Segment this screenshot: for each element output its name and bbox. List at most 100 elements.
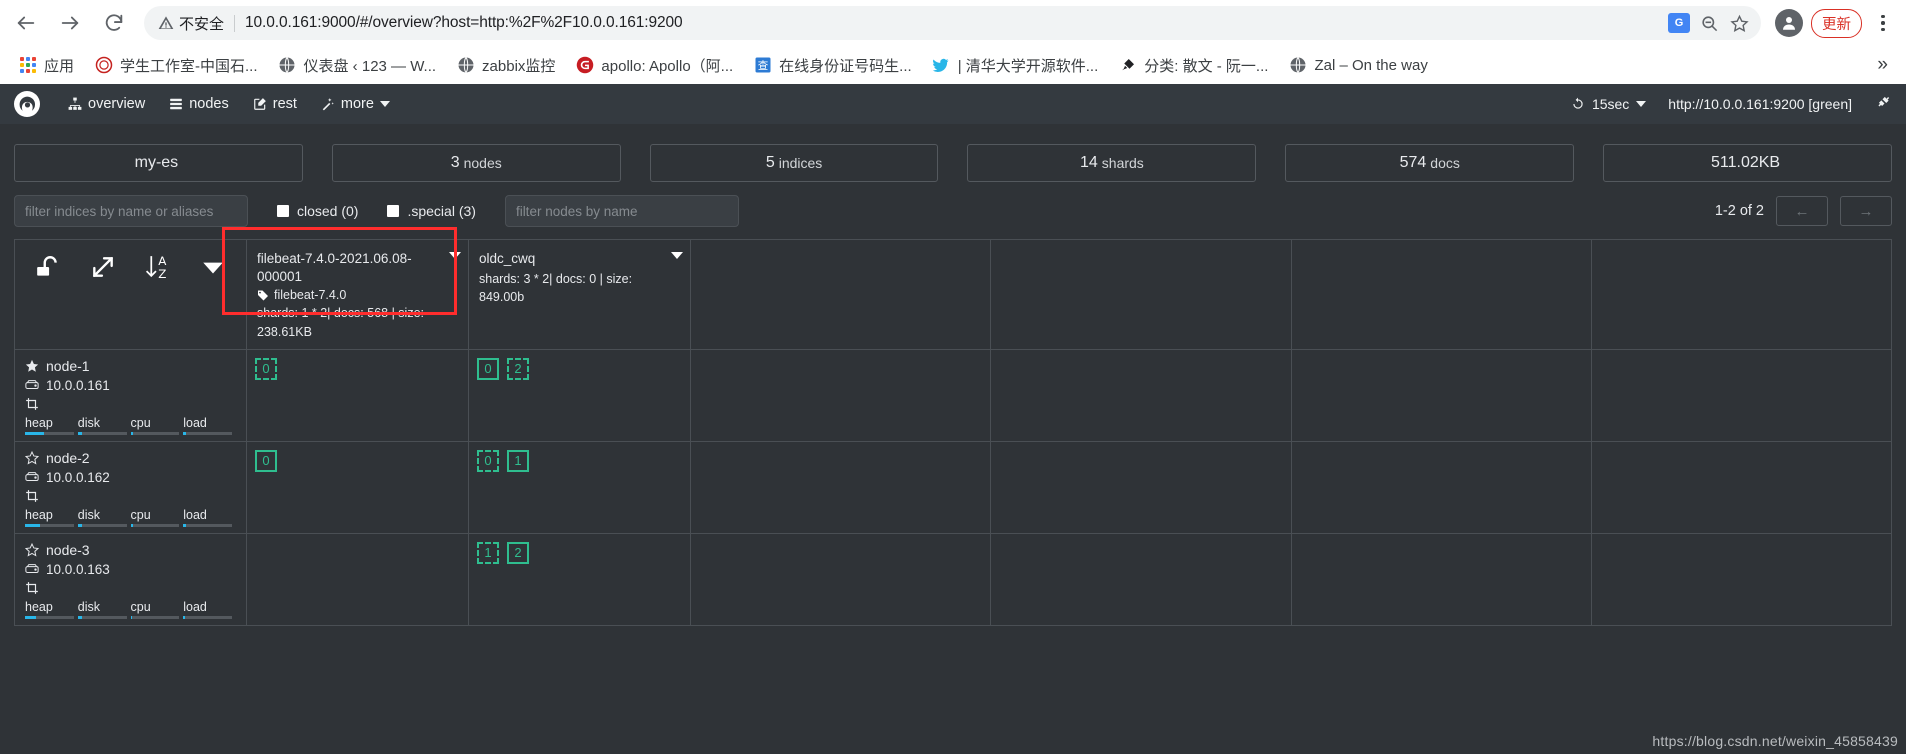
watermark-label: https://blog.csdn.net/weixin_45858439 [1652, 733, 1898, 749]
index-menu-caret-icon[interactable] [449, 252, 461, 259]
empty-cell [1290, 348, 1592, 442]
update-button[interactable]: 更新 [1811, 8, 1862, 38]
bookmark-label: 学生工作室-中国石... [120, 57, 258, 75]
shard-badge[interactable]: 0 [255, 357, 277, 380]
metric-label: load [183, 599, 207, 614]
index-menu-caret-icon[interactable] [671, 252, 683, 259]
stat-value: 574 [1399, 154, 1427, 171]
empty-header-cell [689, 239, 992, 350]
next-page-button[interactable]: → [1840, 196, 1892, 226]
navbar-right: 15sec http://10.0.0.161:9200 [green] [1571, 95, 1892, 113]
shard-badge[interactable]: 2 [507, 541, 529, 564]
chevron-down-icon[interactable] [200, 254, 226, 280]
node-cell-node-1[interactable]: node-1 10.0.0.161 heap disk cpu load [14, 348, 247, 442]
globe-icon [278, 56, 297, 75]
empty-cell [1590, 532, 1893, 626]
unlock-icon[interactable] [35, 254, 61, 280]
closed-checkbox[interactable] [277, 205, 289, 217]
bookmark-item[interactable]: | 清华大学开源软件... [924, 51, 1107, 80]
nav-item-rest[interactable]: rest [241, 96, 309, 112]
metric-heap: heap [25, 600, 78, 619]
node-cell-node-3[interactable]: node-3 10.0.0.163 heap disk cpu load [14, 532, 247, 626]
omnibox-divider [234, 14, 236, 32]
forward-button[interactable] [50, 3, 90, 43]
nodes-filter-input[interactable] [515, 203, 728, 219]
stat-shards: 14 shards [967, 144, 1257, 182]
nav-item-more[interactable]: more [309, 96, 402, 112]
shard-badge[interactable]: 0 [255, 449, 277, 472]
shard-cell: 0 [246, 348, 469, 442]
bookmark-item[interactable]: Zal – On the way [1280, 52, 1435, 79]
disconnect-button[interactable] [1874, 95, 1892, 113]
bookmark-item[interactable]: 分类: 散文 - 阮一... [1110, 51, 1276, 80]
hdd-icon [25, 564, 39, 574]
node-cell-node-2[interactable]: node-2 10.0.0.162 heap disk cpu load [14, 440, 247, 534]
cerebro-logo-icon[interactable] [14, 91, 40, 117]
stat-docs: 574 docs [1285, 144, 1575, 182]
indices-filter-input[interactable] [25, 203, 237, 219]
stat-indices: 5 indices [649, 144, 939, 182]
svg-text:查: 查 [757, 59, 768, 72]
bookmark-star-button[interactable] [1725, 9, 1753, 37]
translate-button[interactable]: G [1665, 9, 1693, 37]
index-meta: shards: 1 * 2| docs: 568 | size: 238.61K… [257, 306, 424, 339]
shard-badge[interactable]: 1 [477, 541, 499, 564]
profile-button[interactable] [1775, 9, 1803, 37]
back-button[interactable] [6, 3, 46, 43]
shard-badge[interactable]: 0 [477, 357, 499, 380]
kebab-dot [1881, 21, 1885, 25]
bookmarks-overflow-button[interactable]: » [1869, 54, 1896, 76]
crop-icon [26, 397, 38, 410]
not-secure-label: 不安全 [179, 15, 225, 33]
metric-bar [130, 431, 180, 435]
bird-icon [932, 56, 951, 75]
bookmark-item[interactable]: zabbix监控 [448, 51, 563, 80]
zoom-out-button[interactable] [1695, 9, 1723, 37]
stat-size: 511.02KB [1603, 144, 1892, 182]
metric-bar [130, 615, 180, 619]
filters-row: closed (0) .special (3) 1-2 of 2 ← → [0, 182, 1906, 227]
metric-bar [183, 431, 232, 435]
reload-button[interactable] [94, 3, 134, 43]
table-header-row: A Z filebeat-7.4.0-2021.06.08-000001 fil… [14, 239, 1893, 350]
node-name-label: node-2 [46, 449, 90, 466]
prev-page-button[interactable]: ← [1776, 196, 1828, 226]
grid-toolbar-cell: A Z [14, 239, 247, 350]
chrome-menu-button[interactable] [1870, 14, 1896, 32]
empty-header-cell [1590, 239, 1893, 350]
bookmark-item[interactable]: apollo: Apollo（阿... [567, 51, 741, 80]
expand-arrows-icon[interactable] [90, 254, 116, 280]
special-filter[interactable]: .special (3) [387, 203, 476, 219]
index-header-filebeat[interactable]: filebeat-7.4.0-2021.06.08-000001 filebea… [246, 239, 469, 350]
nav-label: rest [272, 96, 297, 112]
bookmark-item[interactable]: 查 在线身份证号码生... [745, 51, 920, 80]
stat-unit: docs [1430, 155, 1460, 171]
shard-badge[interactable]: 2 [507, 357, 529, 380]
shard-badge[interactable]: 1 [507, 449, 529, 472]
bookmark-apps[interactable]: 应用 [10, 51, 82, 80]
plug-disconnect-icon [1878, 96, 1890, 107]
zoom-out-icon [1701, 15, 1717, 31]
index-header-oldc-cwq[interactable]: oldc_cwq shards: 3 * 2| docs: 0 | size: … [468, 239, 691, 350]
index-alias: filebeat-7.4.0 [257, 288, 458, 302]
closed-filter[interactable]: closed (0) [277, 203, 358, 219]
bookmark-item[interactable]: 学生工作室-中国石... [86, 51, 266, 80]
back-arrow-icon [17, 16, 35, 30]
indices-filter[interactable] [14, 195, 248, 227]
empty-cell [990, 348, 1292, 442]
nav-item-overview[interactable]: overview [56, 96, 157, 112]
refresh-interval-selector[interactable]: 15sec [1571, 96, 1647, 112]
special-checkbox[interactable] [387, 205, 400, 217]
node-ip-row: 10.0.0.162 [25, 470, 236, 485]
nav-item-nodes[interactable]: nodes [157, 96, 241, 112]
metric-bar [25, 523, 74, 527]
bookmark-item[interactable]: 仪表盘 ‹ 123 — W... [270, 51, 445, 80]
address-bar[interactable]: 不安全 10.0.0.161:9000/#/overview?host=http… [144, 6, 1761, 40]
hdd-icon [25, 380, 39, 390]
star-icon [1729, 14, 1749, 32]
metric-bar [183, 615, 232, 619]
shard-badge[interactable]: 0 [477, 449, 499, 472]
metric-bar [77, 431, 127, 435]
sort-alpha-asc-icon[interactable]: A Z [145, 254, 171, 280]
nodes-filter[interactable] [504, 195, 739, 227]
